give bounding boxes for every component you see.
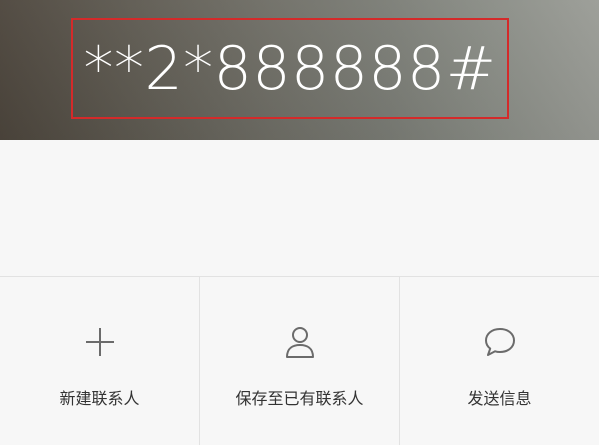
save-to-existing-contact-button[interactable]: 保存至已有联系人 [199, 277, 399, 445]
new-contact-label: 新建联系人 [59, 389, 140, 408]
plus-icon [83, 325, 117, 359]
chat-bubble-icon [483, 325, 517, 359]
highlight-annotation-box [71, 18, 509, 119]
person-icon [283, 325, 317, 359]
send-message-label: 发送信息 [467, 389, 532, 408]
send-message-button[interactable]: 发送信息 [399, 277, 599, 445]
action-bar: 新建联系人 保存至已有联系人 发送信息 [0, 276, 599, 445]
empty-area [0, 140, 599, 276]
save-to-existing-contact-label: 保存至已有联系人 [235, 389, 364, 408]
new-contact-button[interactable]: 新建联系人 [0, 277, 199, 445]
dialer-header: **2*888888# [0, 0, 599, 140]
